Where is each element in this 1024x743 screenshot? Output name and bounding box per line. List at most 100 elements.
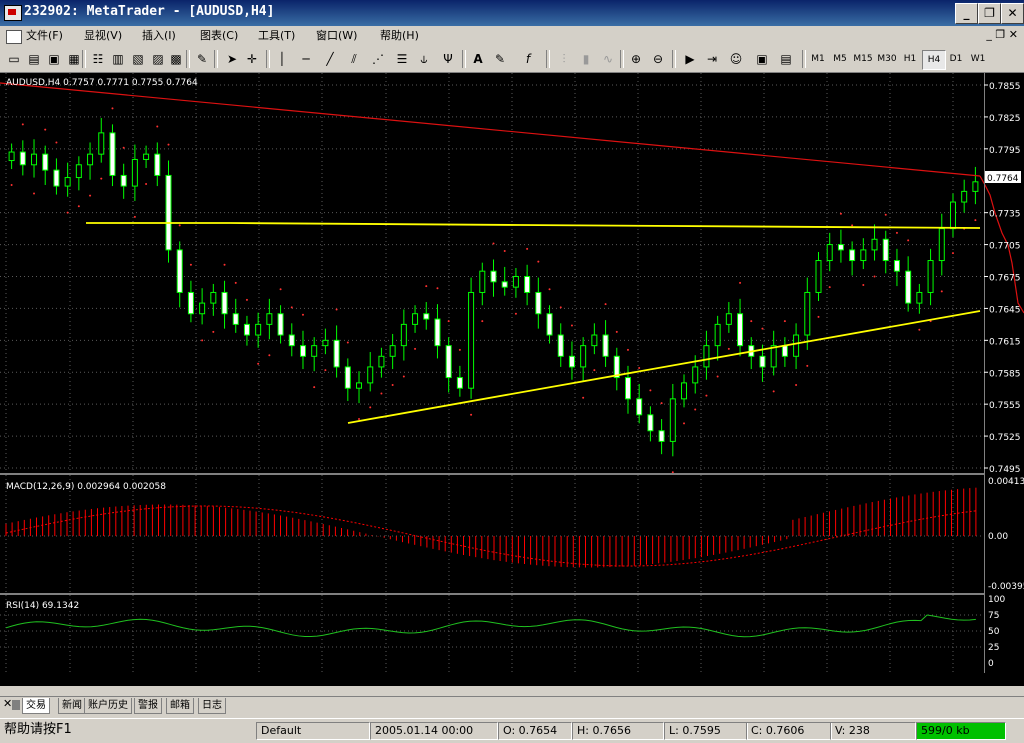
price-chart[interactable]: AUDUSD,H4 0.7757 0.7771 0.7755 0.7764 MA…	[0, 73, 1024, 686]
auto-scroll-icon[interactable]: ▶	[680, 49, 700, 69]
menu-help[interactable]: 帮助(H)	[380, 28, 419, 44]
timeframe-w1[interactable]: W1	[968, 50, 988, 68]
vertical-line-icon[interactable]: │	[272, 49, 292, 69]
macd-separator[interactable]	[0, 473, 984, 475]
tab-mailbox[interactable]: 邮箱	[166, 698, 194, 714]
tab-journal[interactable]: 日志	[198, 698, 226, 714]
status-traffic: 599/0 kb	[916, 722, 1006, 740]
trendline-icon[interactable]: ╱	[320, 49, 340, 69]
red-trendline[interactable]	[0, 82, 981, 177]
strategy-tester-icon[interactable]: ▩	[166, 49, 186, 69]
channel-icon[interactable]: ⫽	[344, 49, 364, 69]
sar-dot	[884, 213, 887, 216]
text-label-icon[interactable]: ✎	[490, 49, 510, 69]
navigator-icon[interactable]: ▧	[128, 49, 148, 69]
sar-dot	[44, 128, 47, 131]
menu-view[interactable]: 显视(V)	[84, 28, 122, 44]
candlestick-icon[interactable]: ▮	[576, 49, 596, 69]
candle-body	[658, 430, 665, 442]
mdi-window-controls[interactable]: _ ❐ ✕	[986, 28, 1018, 41]
menu-charts[interactable]: 图表(C)	[200, 28, 238, 44]
sar-dot	[570, 324, 573, 327]
tab-trade[interactable]: 交易	[22, 698, 50, 714]
price-axis-label: 0.7585	[989, 369, 1021, 379]
sar-dot	[716, 375, 719, 378]
candle	[781, 337, 788, 367]
tab-news[interactable]: 新闻	[58, 698, 86, 714]
periods-icon[interactable]: ▣	[752, 49, 772, 69]
print-icon[interactable]: ▦	[64, 49, 84, 69]
fibonacci-icon[interactable]: ☰	[392, 49, 412, 69]
menu-tools[interactable]: 工具(T)	[258, 28, 295, 44]
candle	[501, 266, 508, 296]
yellow-resistance-line[interactable]	[86, 222, 981, 229]
tab-account-history[interactable]: 账户历史	[84, 698, 132, 714]
status-bar: 帮助请按F1 Default 2005.01.14 00:00 O: 0.765…	[0, 718, 1024, 743]
sar-dot	[55, 141, 58, 144]
gann-icon[interactable]: ⋰	[368, 49, 388, 69]
candle	[468, 277, 475, 399]
timeframe-m1[interactable]: M1	[808, 50, 828, 68]
chart-window[interactable]: AUDUSD,H4 0.7757 0.7771 0.7755 0.7764 MA…	[0, 73, 1024, 686]
close-button[interactable]: ✕	[1001, 3, 1024, 24]
indicators-icon[interactable]: f	[518, 49, 538, 69]
candle	[524, 264, 531, 306]
new-chart-icon[interactable]: ▭	[4, 49, 24, 69]
restore-button[interactable]: ❐	[978, 3, 1001, 24]
menu-bar: 文件(F) 显视(V) 插入(I) 图表(C) 工具(T) 窗口(W) 帮助(H…	[0, 26, 1024, 46]
candle	[412, 305, 419, 333]
price-axis-label: 0.7555	[989, 401, 1021, 411]
tab-alerts[interactable]: 警报	[134, 698, 162, 714]
timeframe-m15[interactable]: M15	[852, 50, 874, 68]
sar-dot	[290, 306, 293, 309]
close-terminal-icon[interactable]: ✕	[3, 697, 12, 710]
fibo-fan-icon[interactable]: ⫝	[414, 49, 434, 69]
candle-body	[961, 190, 968, 203]
zoom-in-icon[interactable]: ⊕	[626, 49, 646, 69]
text-icon[interactable]: A	[468, 49, 488, 69]
candle	[98, 117, 105, 163]
horizontal-line-icon[interactable]: ─	[296, 49, 316, 69]
terminal-icon[interactable]: ▨	[148, 49, 168, 69]
rsi-separator[interactable]	[0, 593, 984, 595]
expert-icon[interactable]: ☺	[726, 49, 746, 69]
data-window-icon[interactable]: ▥	[108, 49, 128, 69]
cursor-icon[interactable]: ➤	[222, 49, 242, 69]
timeframe-m5[interactable]: M5	[830, 50, 850, 68]
candle	[75, 156, 82, 191]
candle	[916, 283, 923, 314]
timeframe-h4[interactable]: H4	[922, 50, 946, 70]
candle-body	[87, 153, 94, 166]
sar-dot	[683, 422, 686, 425]
minimize-button[interactable]: _	[955, 3, 978, 24]
sar-dot	[839, 212, 842, 215]
menu-window[interactable]: 窗口(W)	[316, 28, 357, 44]
macd-signal-line	[5, 505, 976, 567]
andrews-pitchfork-icon[interactable]: Ψ	[438, 49, 458, 69]
timeframe-h1[interactable]: H1	[900, 50, 920, 68]
yellow-support-trendline[interactable]	[347, 310, 981, 424]
chart-shift-icon[interactable]: ⇥	[702, 49, 722, 69]
menu-file[interactable]: 文件(F)	[26, 28, 63, 44]
candle-body	[893, 260, 900, 272]
candle-body	[277, 313, 284, 336]
expert-advisor-icon[interactable]: ✎	[192, 49, 212, 69]
crosshair-icon[interactable]: ✛	[242, 49, 262, 69]
market-watch-icon[interactable]: ☷	[88, 49, 108, 69]
sar-dot	[694, 408, 697, 411]
candle	[804, 277, 811, 350]
menu-insert[interactable]: 插入(I)	[142, 28, 176, 44]
templates-icon[interactable]: ▤	[776, 49, 796, 69]
timeframe-d1[interactable]: D1	[946, 50, 966, 68]
timeframe-m30[interactable]: M30	[876, 50, 898, 68]
bar-chart-icon[interactable]: ⫶	[554, 49, 574, 69]
zoom-out-icon[interactable]: ⊖	[648, 49, 668, 69]
open-icon[interactable]: ▤	[24, 49, 44, 69]
sar-dot	[873, 275, 876, 278]
line-chart-icon[interactable]: ∿	[598, 49, 618, 69]
sar-dot	[772, 390, 775, 393]
document-icon[interactable]	[6, 30, 22, 44]
candle-body	[793, 334, 800, 357]
save-icon[interactable]: ▣	[44, 49, 64, 69]
candle	[232, 298, 239, 333]
